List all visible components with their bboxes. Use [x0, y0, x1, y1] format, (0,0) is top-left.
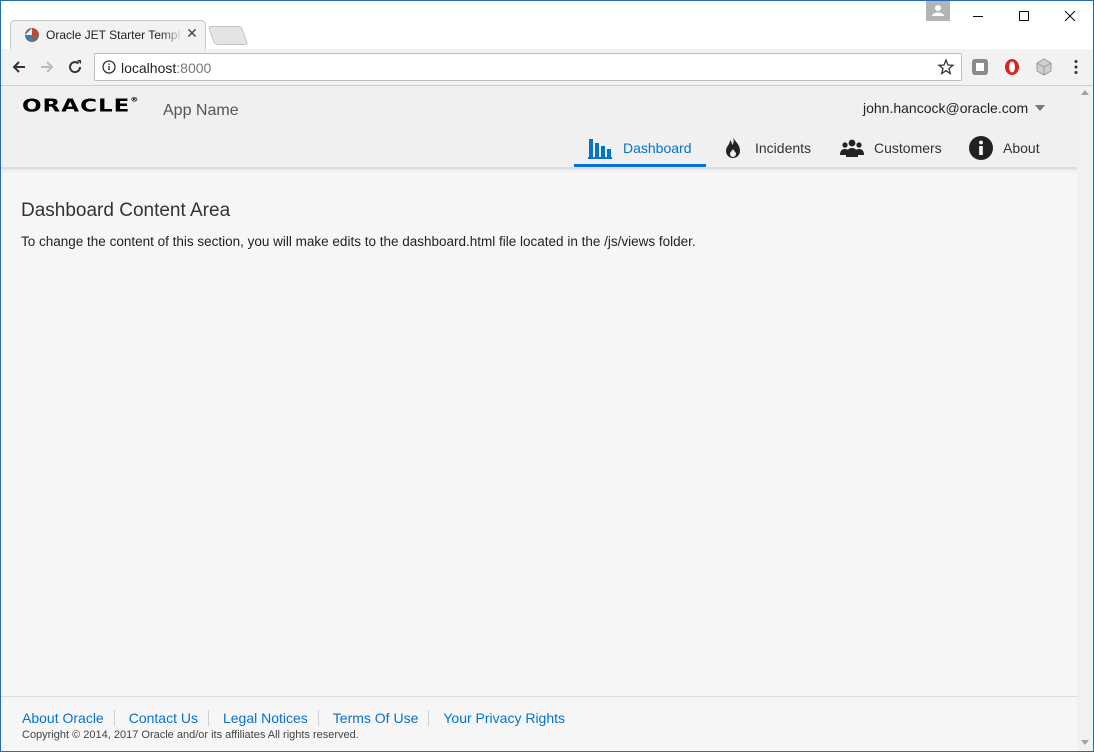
footer-link-contact-us[interactable]: Contact Us — [113, 710, 208, 726]
oracle-logo: ORACLE® — [22, 96, 138, 116]
address-bar[interactable]: localhost:8000 — [94, 53, 962, 81]
nav-item-about[interactable]: About — [969, 130, 1040, 166]
app-name: App Name — [163, 102, 239, 119]
footer-links: About Oracle Contact Us Legal Notices Te… — [22, 710, 575, 726]
tab-title: Oracle JET Starter Template — [46, 28, 180, 42]
info-circle-icon — [969, 136, 993, 160]
tab-title-fade — [161, 23, 183, 47]
back-button[interactable] — [9, 57, 29, 77]
logo-registered-mark: ® — [130, 96, 139, 104]
cube-icon[interactable] — [1035, 58, 1053, 76]
nav-label-incidents: Incidents — [755, 140, 812, 156]
user-menu[interactable]: john.hancock@oracle.com — [863, 100, 1028, 116]
new-tab-button[interactable] — [207, 26, 249, 45]
minimize-button[interactable] — [955, 1, 1001, 31]
person-icon — [932, 5, 944, 16]
caret-down-icon[interactable] — [1035, 105, 1045, 111]
fire-icon — [726, 137, 740, 158]
browser-toolbar: localhost:8000 — [1, 49, 1093, 86]
vertical-scrollbar[interactable] — [1077, 86, 1093, 751]
footer-link-about-oracle[interactable]: About Oracle — [22, 710, 114, 726]
page-viewport: ORACLE® App Name john.hancock@oracle.com… — [1, 86, 1077, 751]
forward-icon — [41, 61, 54, 73]
profile-button[interactable] — [926, 1, 950, 21]
maximize-button[interactable] — [1001, 1, 1047, 31]
browser-tab[interactable]: Oracle JET Starter Template ✕ — [10, 20, 206, 49]
forward-button[interactable] — [37, 57, 57, 77]
people-icon — [840, 139, 864, 157]
active-nav-indicator — [574, 164, 706, 167]
logo-text: ORACLE — [22, 96, 131, 117]
nav-item-incidents[interactable]: Incidents — [723, 130, 811, 166]
footer-link-terms-of-use[interactable]: Terms Of Use — [317, 710, 429, 726]
tab-strip: Oracle JET Starter Template ✕ — [1, 1, 1093, 49]
menu-dots-icon[interactable] — [1067, 58, 1085, 76]
footer-link-legal-notices[interactable]: Legal Notices — [207, 710, 318, 726]
scroll-down-arrow-icon[interactable] — [1081, 740, 1089, 745]
bar-chart-icon — [588, 139, 612, 159]
opera-icon[interactable] — [1003, 58, 1021, 76]
info-icon[interactable] — [102, 60, 116, 74]
url-port: :8000 — [176, 60, 212, 76]
extension-icon[interactable] — [971, 58, 989, 76]
page-title: Dashboard Content Area — [21, 200, 231, 221]
nav-label-dashboard: Dashboard — [623, 140, 692, 156]
back-icon — [12, 61, 25, 73]
url-host: localhost — [121, 60, 177, 76]
nav-item-customers[interactable]: Customers — [840, 130, 942, 166]
star-icon[interactable] — [937, 58, 955, 76]
app-header: ORACLE® App Name john.hancock@oracle.com… — [1, 86, 1077, 169]
reload-button[interactable] — [65, 57, 85, 77]
nav-item-dashboard[interactable]: Dashboard — [588, 130, 692, 166]
url-text: localhost:8000 — [121, 60, 211, 76]
nav-label-about: About — [1003, 140, 1040, 156]
nav-label-customers: Customers — [874, 140, 942, 156]
scroll-up-arrow-icon[interactable] — [1081, 90, 1089, 95]
close-icon — [1064, 10, 1076, 22]
oracle-jet-favicon-icon — [25, 28, 39, 42]
footer-link-privacy-rights[interactable]: Your Privacy Rights — [428, 710, 575, 726]
close-window-button[interactable] — [1047, 1, 1093, 31]
tab-close-icon[interactable]: ✕ — [185, 26, 199, 40]
footer: About Oracle Contact Us Legal Notices Te… — [1, 696, 1077, 751]
reload-icon — [69, 60, 82, 74]
minimize-icon — [973, 16, 983, 17]
maximize-icon — [1019, 11, 1029, 21]
content-description: To change the content of this section, y… — [21, 234, 696, 249]
copyright-text: Copyright © 2014, 2017 Oracle and/or its… — [22, 729, 359, 741]
browser-window: Oracle JET Starter Template ✕ — [0, 0, 1094, 752]
